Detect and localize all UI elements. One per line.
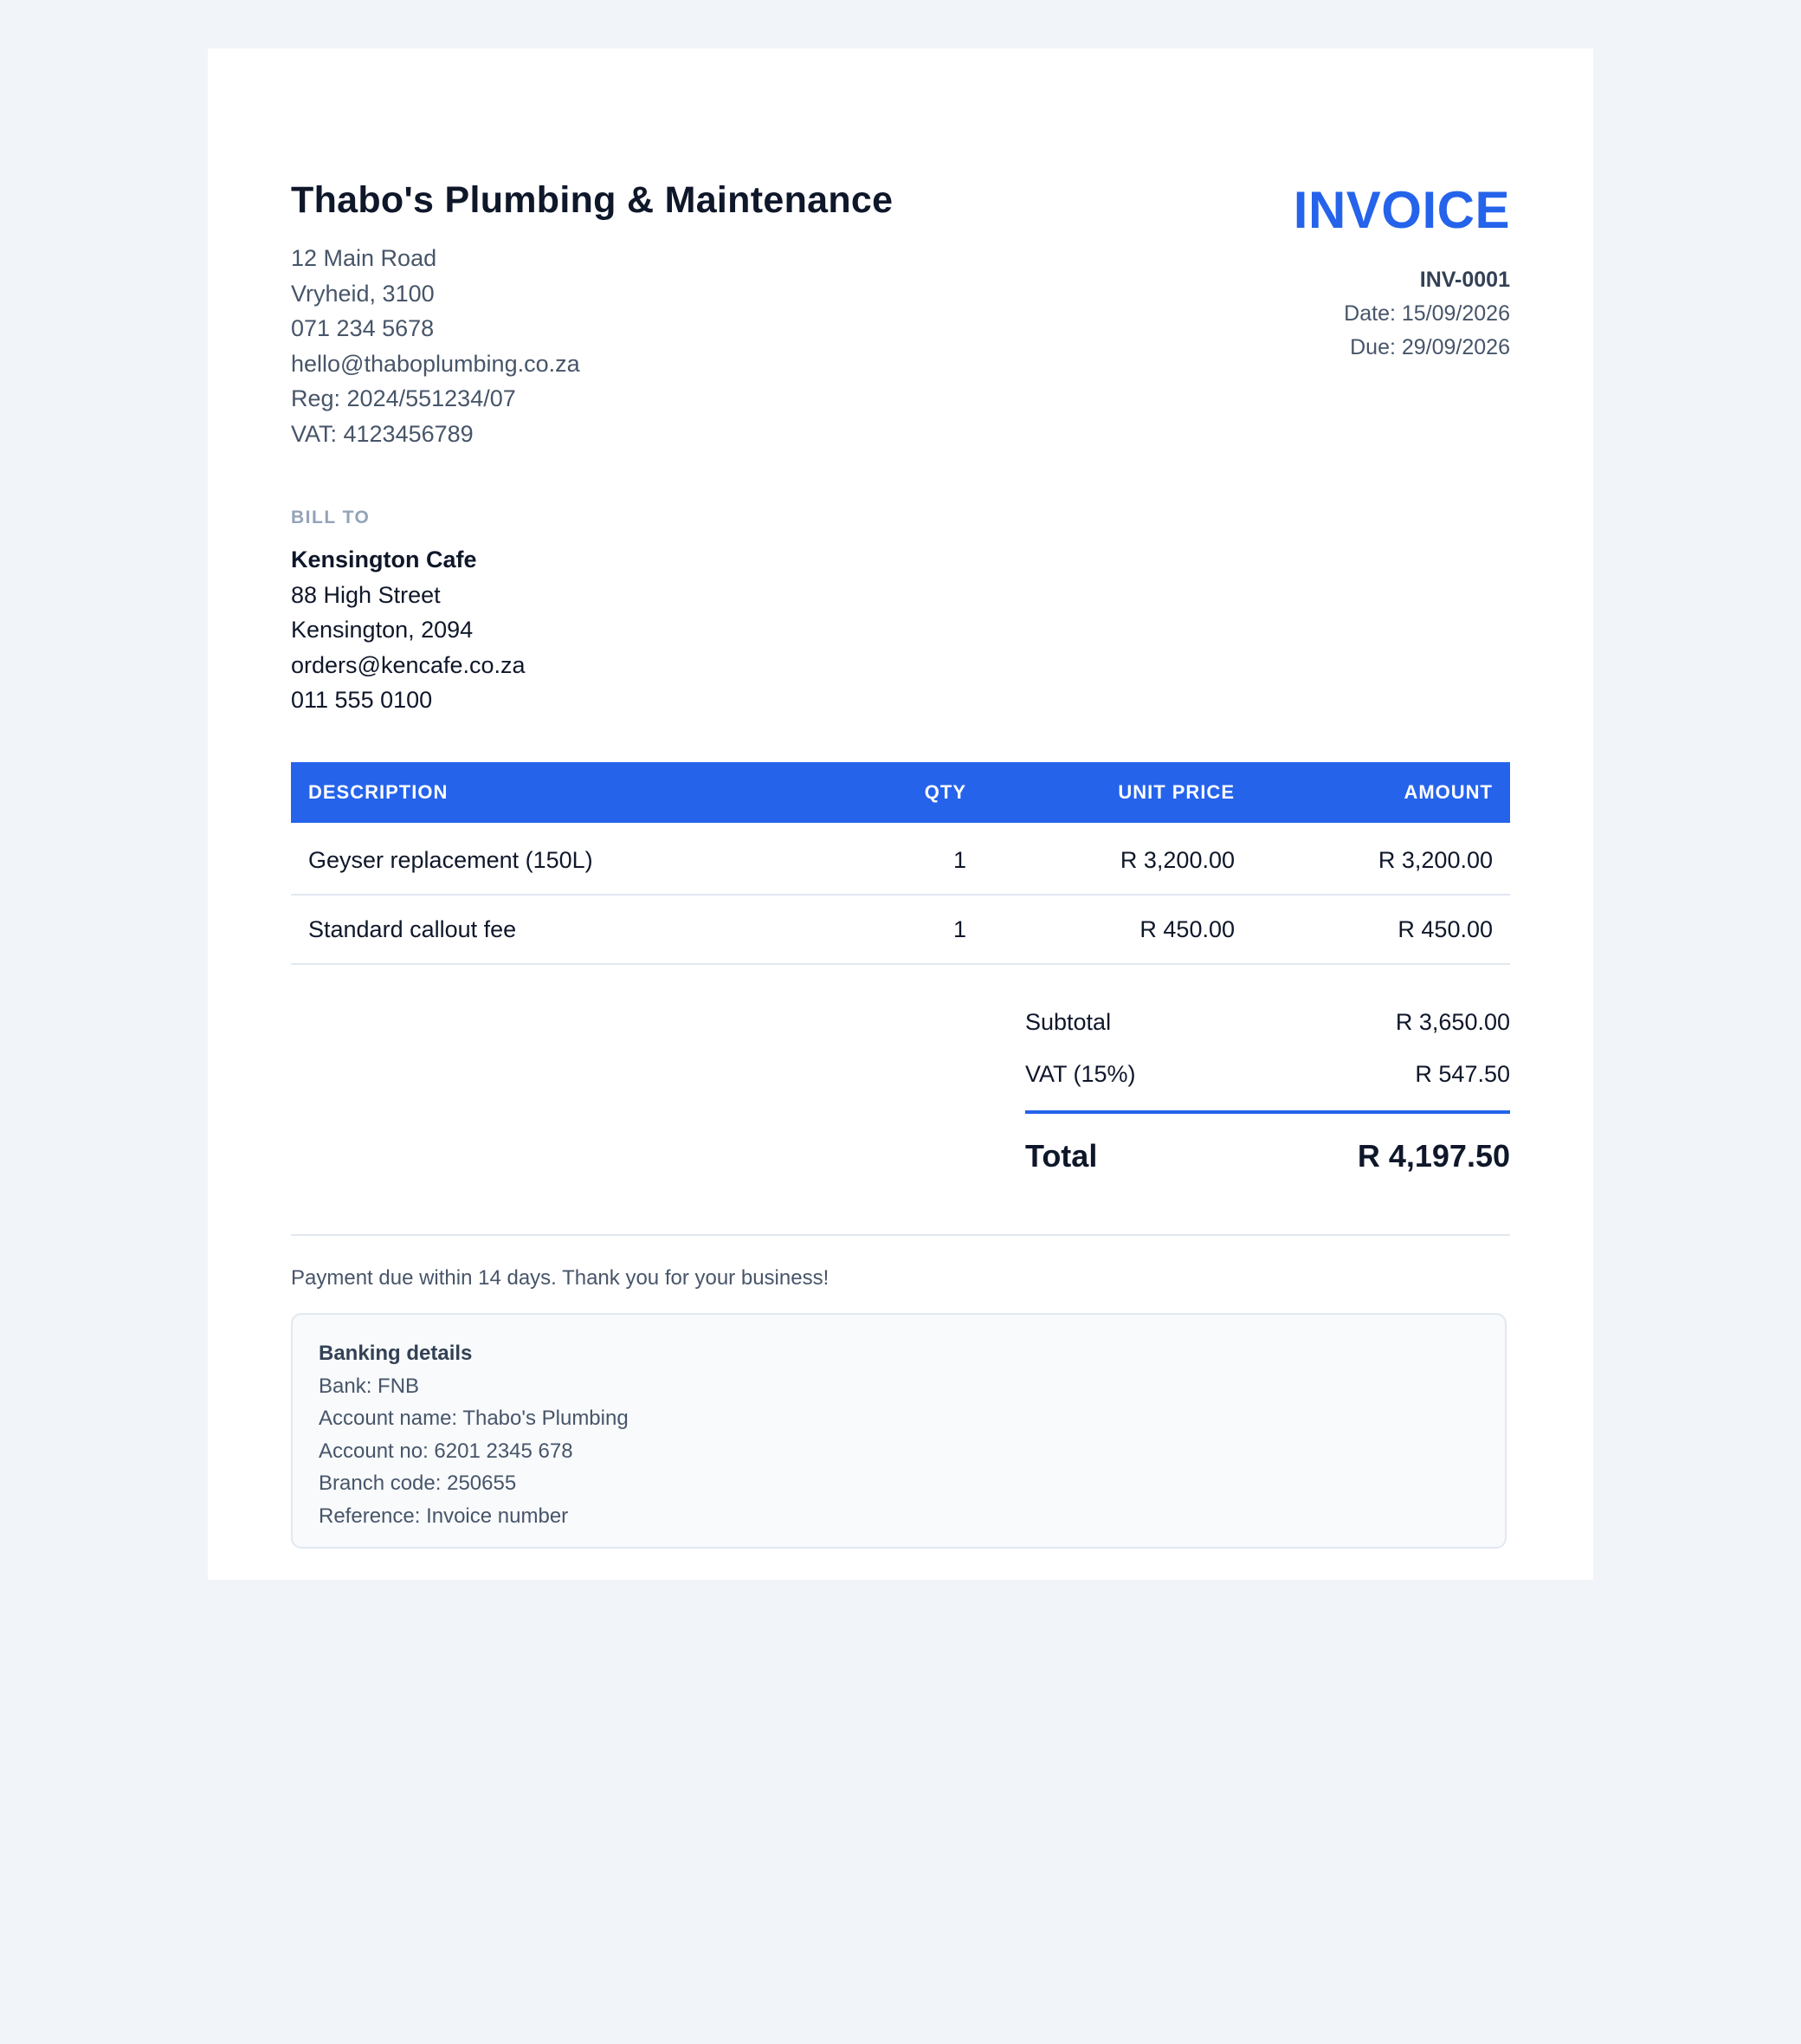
subtotal-value: R 3,650.00 [1395,1008,1510,1035]
table-row: Standard callout fee 1 R 450.00 R 450.00 [291,895,1510,965]
banking-details: Banking details Bank: FNB Account name: … [319,1337,629,1532]
subtotal-row: Subtotal R 3,650.00 [1025,996,1510,1048]
bank-name: Bank: FNB [319,1374,420,1398]
invoice-number: INV-0001 [1419,268,1510,292]
vat-row: VAT (15%) R 547.50 [1025,1048,1510,1100]
column-header-description: DESCRIPTION [291,762,845,823]
totals-section: Subtotal R 3,650.00 VAT (15%) R 547.50 T… [1025,996,1510,1199]
column-header-unit-price: UNIT PRICE [984,762,1252,823]
banking-details-box: Banking details Bank: FNB Account name: … [291,1313,1507,1549]
business-address-line1: 12 Main Road [291,245,437,271]
business-address-line2: Vryheid, 3100 [291,280,435,307]
item-description: Geyser replacement (150L) [291,826,845,896]
business-reg: Reg: 2024/551234/07 [291,385,516,411]
item-qty: 1 [845,895,984,965]
invoice-content: Thabo's Plumbing & Maintenance 12 Main R… [291,49,1510,1580]
vat-value: R 547.50 [1415,1060,1510,1087]
invoice-page: Thabo's Plumbing & Maintenance 12 Main R… [208,49,1593,1580]
branch-code: Branch code: 250655 [319,1472,517,1495]
item-qty: 1 [845,826,984,896]
vat-label: VAT (15%) [1025,1060,1136,1087]
total-value: R 4,197.50 [1357,1138,1510,1174]
business-phone: 071 234 5678 [291,315,435,341]
column-header-amount: AMOUNT [1252,762,1510,823]
account-number: Account no: 6201 2345 678 [319,1439,573,1463]
client-address-line2: Kensington, 2094 [291,617,474,643]
bill-to-heading: BILL TO [291,508,371,527]
client-name: Kensington Cafe [291,547,477,572]
account-name: Account name: Thabo's Plumbing [319,1407,629,1430]
table-header-row: DESCRIPTION QTY UNIT PRICE AMOUNT [291,762,1510,823]
business-vat: VAT: 4123456789 [291,420,474,447]
bill-to-details: Kensington Cafe 88 High Street Kensingto… [291,542,526,718]
invoice-due-date: Due: 29/09/2026 [1350,335,1510,359]
column-header-qty: QTY [845,762,984,823]
client-address-line1: 88 High Street [291,581,441,608]
invoice-date: Date: 15/09/2026 [1344,301,1510,326]
item-unit-price: R 3,200.00 [984,826,1252,896]
business-name: Thabo's Plumbing & Maintenance [291,179,894,221]
total-row: Total R 4,197.50 [1025,1114,1510,1199]
subtotal-label: Subtotal [1025,1008,1112,1035]
item-amount: R 3,200.00 [1252,826,1510,896]
payment-terms: Payment due within 14 days. Thank you fo… [291,1266,829,1290]
item-description: Standard callout fee [291,895,845,965]
business-email: hello@thaboplumbing.co.za [291,350,580,377]
client-phone: 011 555 0100 [291,687,433,713]
item-amount: R 450.00 [1252,895,1510,965]
banking-title: Banking details [319,1342,473,1365]
footer-divider [291,1234,1510,1236]
payment-reference: Reference: Invoice number [319,1504,569,1528]
invoice-title: INVOICE [1293,181,1510,239]
invoice-meta: INV-0001 Date: 15/09/2026 Due: 29/09/202… [1344,263,1510,365]
line-items-table: DESCRIPTION QTY UNIT PRICE AMOUNT Geyser… [291,762,1510,965]
table-row: Geyser replacement (150L) 1 R 3,200.00 R… [291,826,1510,896]
total-label: Total [1025,1138,1098,1174]
client-email: orders@kencafe.co.za [291,651,526,678]
item-unit-price: R 450.00 [984,895,1252,965]
business-details: 12 Main Road Vryheid, 3100 071 234 5678 … [291,241,580,451]
